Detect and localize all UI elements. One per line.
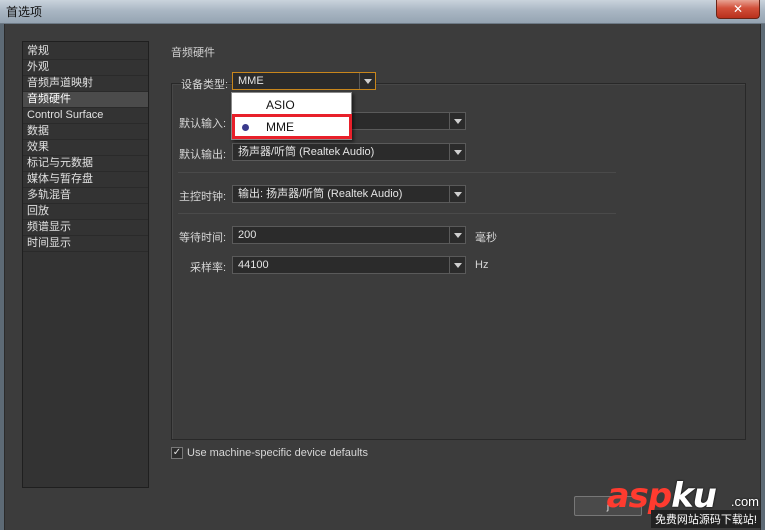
sidebar-item[interactable]: 时间显示	[23, 236, 148, 252]
watermark: aspku .com 免费网站源码下载站!	[586, 476, 761, 528]
master-clock-value: 输出: 扬声器/听筒 (Realtek Audio)	[238, 188, 403, 200]
sidebar-item[interactable]: 效果	[23, 140, 148, 156]
master-clock-select[interactable]: 输出: 扬声器/听筒 (Realtek Audio)	[232, 185, 466, 203]
sample-rate-unit: Hz	[475, 259, 489, 271]
window-title: 首选项	[6, 5, 43, 19]
category-sidebar: 常规 外观 音频声道映射 音频硬件 Control Surface 数据 效果 标记与元数据媒…	[22, 41, 149, 488]
sidebar-item[interactable]: 多轨混音	[23, 188, 148, 204]
sidebar-item[interactable]: 回放	[23, 204, 148, 220]
latency-unit: 毫秒	[475, 232, 497, 244]
machine-defaults-checkbox[interactable]: ✓	[171, 447, 183, 459]
sidebar-item[interactable]: 数据	[23, 124, 148, 140]
chevron-down-icon	[449, 257, 465, 273]
device-type-value: MME	[238, 75, 264, 87]
device-type-label: 设备类型:	[181, 79, 229, 91]
sidebar-item[interactable]: 音频声道映射	[23, 76, 148, 92]
master-clock-label: 主控时钟:	[179, 191, 227, 203]
sample-rate-label: 采样率:	[190, 262, 227, 274]
watermark-domain: .com	[730, 494, 759, 509]
title-bar: 首选项 ✕	[0, 0, 765, 24]
sidebar-item[interactable]: 媒体与暂存盘	[23, 172, 148, 188]
close-button[interactable]: ✕	[716, 0, 760, 19]
sidebar-item[interactable]: 标记与元数据	[23, 156, 148, 172]
latency-value: 200	[238, 229, 257, 241]
chevron-down-icon	[449, 186, 465, 202]
chevron-down-icon	[449, 227, 465, 243]
sidebar-item[interactable]: 常规	[23, 44, 148, 60]
divider	[178, 213, 616, 214]
section-title: 音频硬件	[171, 47, 215, 59]
sidebar-item[interactable]: 音频硬件	[23, 92, 148, 108]
chevron-down-icon	[449, 113, 465, 129]
default-input-label: 默认输入:	[179, 118, 227, 130]
sample-rate-select[interactable]: 44100	[232, 256, 466, 274]
annotation-highlight	[232, 114, 352, 139]
preferences-dialog: 常规 外观 音频声道映射 音频硬件 Control Surface 数据 效果 标记与元数据媒…	[4, 24, 761, 530]
latency-select[interactable]: 200	[232, 226, 466, 244]
sidebar-item[interactable]: 外观	[23, 60, 148, 76]
chevron-down-icon	[449, 144, 465, 160]
latency-label: 等待时间:	[179, 232, 227, 244]
device-type-select[interactable]: MME	[232, 72, 376, 90]
sidebar-item[interactable]: Control Surface	[23, 108, 148, 124]
divider	[178, 172, 616, 173]
popup-option-asio[interactable]: ASIO	[232, 95, 351, 115]
sample-rate-value: 44100	[238, 259, 269, 271]
sidebar-item[interactable]: 频谱显示	[23, 220, 148, 236]
popup-option-label: ASIO	[266, 98, 295, 112]
watermark-subtitle: 免费网站源码下载站!	[650, 510, 761, 528]
machine-defaults-label: Use machine-specific device defaults	[187, 447, 368, 459]
default-output-select[interactable]: 扬声器/听筒 (Realtek Audio)	[232, 143, 466, 161]
default-output-label: 默认输出:	[179, 149, 227, 161]
chevron-down-icon	[359, 73, 375, 89]
default-output-value: 扬声器/听筒 (Realtek Audio)	[238, 146, 375, 158]
